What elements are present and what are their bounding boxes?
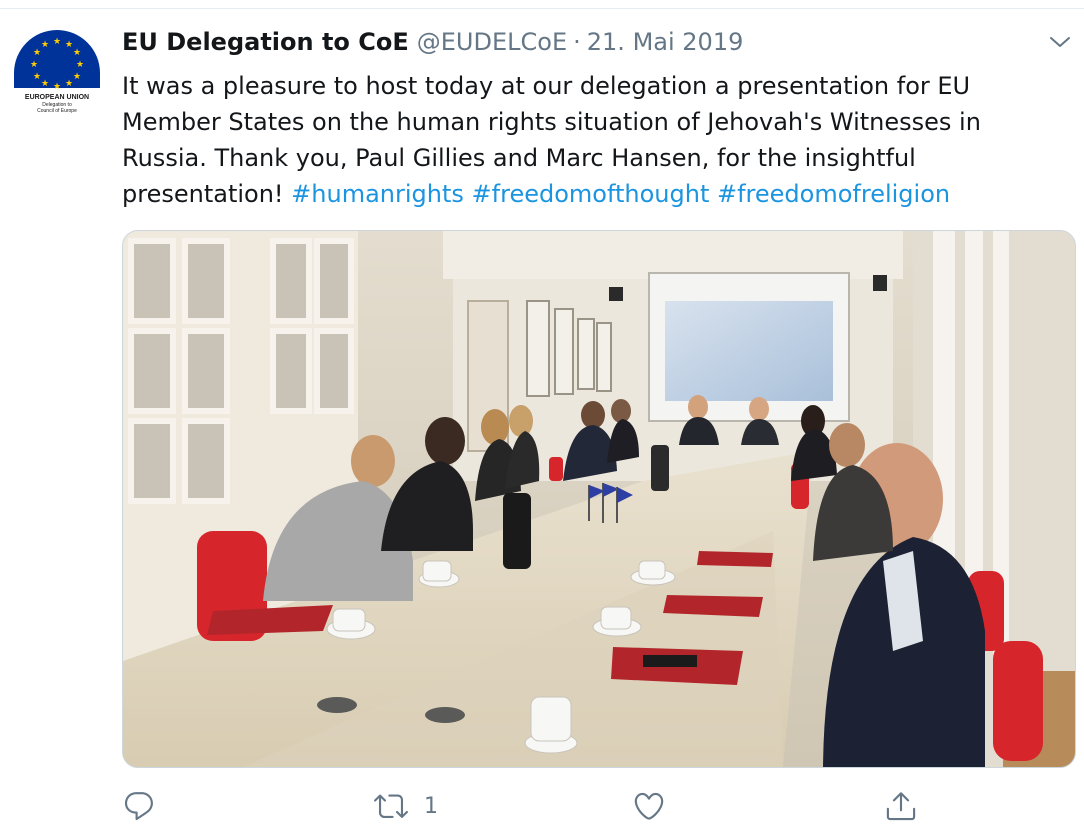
separator-dot: · bbox=[573, 28, 581, 56]
svg-text:★: ★ bbox=[73, 48, 81, 58]
svg-text:★: ★ bbox=[65, 40, 73, 50]
svg-text:★: ★ bbox=[65, 79, 73, 89]
author-handle[interactable]: @EUDELCoE bbox=[417, 28, 567, 56]
tweet-photo[interactable] bbox=[122, 230, 1076, 768]
author-display-name[interactable]: EU Delegation to CoE bbox=[122, 28, 409, 56]
more-options-button[interactable] bbox=[1046, 30, 1074, 54]
share-button[interactable] bbox=[884, 786, 918, 826]
hashtag-link[interactable]: #freedomofreligion bbox=[717, 180, 950, 208]
reply-button[interactable] bbox=[122, 786, 156, 826]
retweet-button[interactable]: 1 bbox=[372, 786, 438, 826]
retweet-icon bbox=[374, 794, 408, 818]
eu-flag-logo: ★ ★ ★ ★ ★ ★ ★ ★ ★ ★ ★ ★ EUROPEAN UNION D… bbox=[10, 26, 104, 120]
reply-icon bbox=[124, 792, 153, 821]
svg-text:★: ★ bbox=[33, 48, 41, 58]
svg-text:★: ★ bbox=[30, 60, 38, 70]
hashtag-link[interactable]: #freedomofthought bbox=[472, 180, 710, 208]
tweet-text: It was a pleasure to host today at our d… bbox=[122, 68, 1062, 212]
svg-text:★: ★ bbox=[33, 72, 41, 82]
tweet[interactable]: ★ ★ ★ ★ ★ ★ ★ ★ ★ ★ ★ ★ EUROPEAN UNION D… bbox=[0, 0, 1084, 839]
svg-text:★: ★ bbox=[53, 82, 61, 92]
retweet-count: 1 bbox=[424, 793, 438, 819]
svg-text:★: ★ bbox=[73, 72, 81, 82]
avatar-text: EUROPEAN UNION bbox=[25, 94, 89, 101]
like-icon bbox=[634, 792, 664, 820]
svg-text:★: ★ bbox=[76, 60, 84, 70]
tweet-text-line: It was a pleasure to host today at our d… bbox=[122, 72, 971, 100]
share-icon bbox=[886, 792, 916, 821]
tweet-text-segment: presentation! bbox=[122, 180, 292, 208]
tweet-date[interactable]: 21. Mai 2019 bbox=[587, 28, 744, 56]
svg-text:★: ★ bbox=[41, 79, 49, 89]
svg-text:★: ★ bbox=[41, 40, 49, 50]
tweet-text-line: presentation! #humanrights #freedomoftho… bbox=[122, 176, 1062, 212]
chevron-down-icon bbox=[1050, 37, 1070, 47]
avatar[interactable]: ★ ★ ★ ★ ★ ★ ★ ★ ★ ★ ★ ★ EUROPEAN UNION D… bbox=[10, 26, 104, 120]
tweet-header: EU Delegation to CoE @EUDELCoE · 21. Mai… bbox=[122, 28, 743, 64]
like-button[interactable] bbox=[632, 786, 666, 826]
tweet-text-line: Member States on the human rights situat… bbox=[122, 108, 981, 136]
avatar-subtext-2: Council of Europe bbox=[37, 108, 77, 114]
tweet-text-line: Russia. Thank you, Paul Gillies and Marc… bbox=[122, 144, 916, 172]
hashtag-link[interactable]: #humanrights bbox=[291, 180, 464, 208]
svg-text:★: ★ bbox=[53, 37, 61, 47]
meeting-room-photo bbox=[123, 231, 1075, 767]
tweet-actions: 1 bbox=[122, 786, 1062, 826]
